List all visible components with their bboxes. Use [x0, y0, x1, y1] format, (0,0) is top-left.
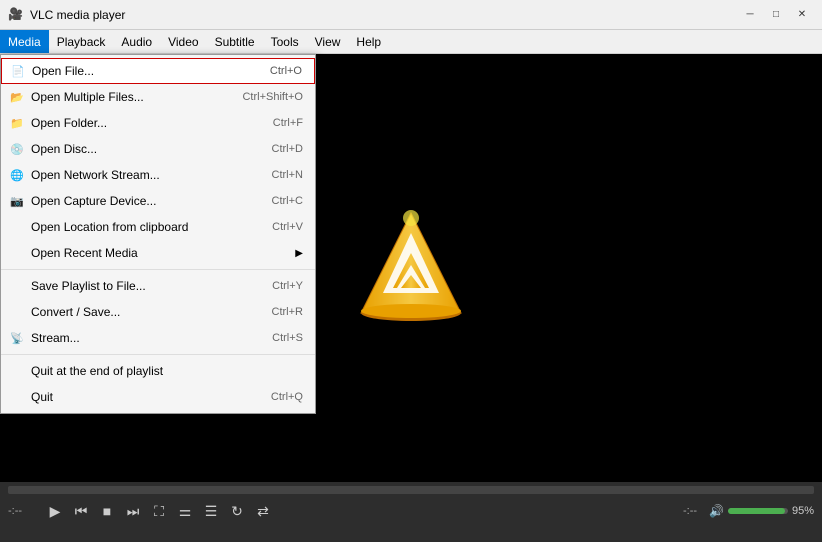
open-capture-label: Open Capture Device... — [31, 194, 252, 208]
open-disc-shortcut: Ctrl+D — [272, 143, 303, 155]
save-playlist-label: Save Playlist to File... — [31, 279, 252, 293]
save-playlist-item[interactable]: Save Playlist to File... Ctrl+Y — [1, 273, 315, 299]
menu-item-audio[interactable]: Audio — [113, 30, 160, 53]
menu-item-subtitle[interactable]: Subtitle — [207, 30, 263, 53]
dropdown-section-2: Save Playlist to File... Ctrl+Y Convert … — [1, 270, 315, 355]
window-title: VLC media player — [30, 8, 738, 22]
open-file-shortcut: Ctrl+O — [270, 65, 302, 77]
stream-icon: 📡 — [9, 330, 25, 346]
open-location-shortcut: Ctrl+V — [272, 221, 303, 233]
next-button[interactable]: ⏭ — [122, 500, 144, 522]
menu-item-view[interactable]: View — [307, 30, 349, 53]
quit-end-item[interactable]: Quit at the end of playlist — [1, 358, 315, 384]
quit-shortcut: Ctrl+Q — [271, 391, 303, 403]
open-capture-item[interactable]: 📷 Open Capture Device... Ctrl+C — [1, 188, 315, 214]
dropdown-section-3: Quit at the end of playlist Quit Ctrl+Q — [1, 355, 315, 413]
prev-button[interactable]: ⏮ — [70, 500, 92, 522]
convert-icon — [9, 304, 25, 320]
quit-end-label: Quit at the end of playlist — [31, 364, 303, 378]
vlc-logo — [351, 203, 471, 333]
time-left: -:-- — [8, 505, 40, 517]
open-multiple-shortcut: Ctrl+Shift+O — [242, 91, 303, 103]
time-right: -:-- — [683, 505, 697, 517]
volume-label: 95% — [792, 505, 814, 517]
open-network-label: Open Network Stream... — [31, 168, 252, 182]
bottom-controls: -:-- ▶ ⏮ ■ ⏭ ⛶ ⚌ ☰ ↻ ⇄ -:-- 🔊 95% — [0, 482, 822, 542]
open-folder-icon: 📁 — [9, 115, 25, 131]
save-playlist-icon — [9, 278, 25, 294]
controls-row: -:-- ▶ ⏮ ■ ⏭ ⛶ ⚌ ☰ ↻ ⇄ -:-- 🔊 95% — [0, 498, 822, 524]
minimize-button[interactable]: ─ — [738, 5, 762, 25]
menu-item-tools[interactable]: Tools — [263, 30, 307, 53]
open-disc-label: Open Disc... — [31, 142, 252, 156]
open-network-icon: 🌐 — [9, 167, 25, 183]
open-folder-shortcut: Ctrl+F — [273, 117, 303, 129]
quit-icon — [9, 389, 25, 405]
quit-item[interactable]: Quit Ctrl+Q — [1, 384, 315, 410]
menu-item-help[interactable]: Help — [348, 30, 389, 53]
menu-bar: Media Playback Audio Video Subtitle Tool… — [0, 30, 822, 54]
open-network-shortcut: Ctrl+N — [272, 169, 303, 181]
progress-bar[interactable] — [8, 486, 814, 494]
submenu-arrow-icon: ▶ — [295, 248, 303, 259]
playlist-button[interactable]: ☰ — [200, 500, 222, 522]
title-bar: 🎥 VLC media player ─ □ ✕ — [0, 0, 822, 30]
open-location-icon — [9, 219, 25, 235]
open-folder-label: Open Folder... — [31, 116, 253, 130]
open-disc-icon: 💿 — [9, 141, 25, 157]
open-multiple-label: Open Multiple Files... — [31, 90, 222, 104]
open-network-item[interactable]: 🌐 Open Network Stream... Ctrl+N — [1, 162, 315, 188]
open-recent-label: Open Recent Media — [31, 246, 291, 260]
open-file-icon: 📄 — [10, 63, 26, 79]
stream-item[interactable]: 📡 Stream... Ctrl+S — [1, 325, 315, 351]
dropdown-section-1: 📄 Open File... Ctrl+O 📂 Open Multiple Fi… — [1, 55, 315, 270]
open-capture-shortcut: Ctrl+C — [272, 195, 303, 207]
random-button[interactable]: ⇄ — [252, 500, 274, 522]
menu-item-video[interactable]: Video — [160, 30, 206, 53]
play-button[interactable]: ▶ — [44, 500, 66, 522]
menu-item-playback[interactable]: Playback — [49, 30, 114, 53]
volume-fill — [728, 508, 785, 514]
open-capture-icon: 📷 — [9, 193, 25, 209]
convert-shortcut: Ctrl+R — [272, 306, 303, 318]
stream-label: Stream... — [31, 331, 252, 345]
extended-button[interactable]: ⚌ — [174, 500, 196, 522]
open-disc-item[interactable]: 💿 Open Disc... Ctrl+D — [1, 136, 315, 162]
open-location-label: Open Location from clipboard — [31, 220, 252, 234]
app-icon: 🎥 — [8, 7, 24, 23]
open-recent-icon — [9, 245, 25, 261]
maximize-button[interactable]: □ — [764, 5, 788, 25]
open-multiple-item[interactable]: 📂 Open Multiple Files... Ctrl+Shift+O — [1, 84, 315, 110]
save-playlist-shortcut: Ctrl+Y — [272, 280, 303, 292]
stop-button[interactable]: ■ — [96, 500, 118, 522]
media-dropdown: 📄 Open File... Ctrl+O 📂 Open Multiple Fi… — [0, 54, 316, 414]
loop-button[interactable]: ↻ — [226, 500, 248, 522]
close-button[interactable]: ✕ — [790, 5, 814, 25]
open-recent-item[interactable]: Open Recent Media ▶ — [1, 240, 315, 266]
volume-area: 🔊 95% — [709, 504, 814, 518]
menu-item-media[interactable]: Media — [0, 30, 49, 53]
stream-shortcut: Ctrl+S — [272, 332, 303, 344]
volume-icon: 🔊 — [709, 504, 724, 518]
window-controls: ─ □ ✕ — [738, 5, 814, 25]
convert-label: Convert / Save... — [31, 305, 252, 319]
open-multiple-icon: 📂 — [9, 89, 25, 105]
fullscreen-button[interactable]: ⛶ — [148, 500, 170, 522]
quit-label: Quit — [31, 390, 251, 404]
open-folder-item[interactable]: 📁 Open Folder... Ctrl+F — [1, 110, 315, 136]
open-file-label: Open File... — [32, 64, 250, 78]
open-file-item[interactable]: 📄 Open File... Ctrl+O — [1, 58, 315, 84]
convert-item[interactable]: Convert / Save... Ctrl+R — [1, 299, 315, 325]
volume-bar[interactable] — [728, 508, 788, 514]
open-location-item[interactable]: Open Location from clipboard Ctrl+V — [1, 214, 315, 240]
quit-end-icon — [9, 363, 25, 379]
